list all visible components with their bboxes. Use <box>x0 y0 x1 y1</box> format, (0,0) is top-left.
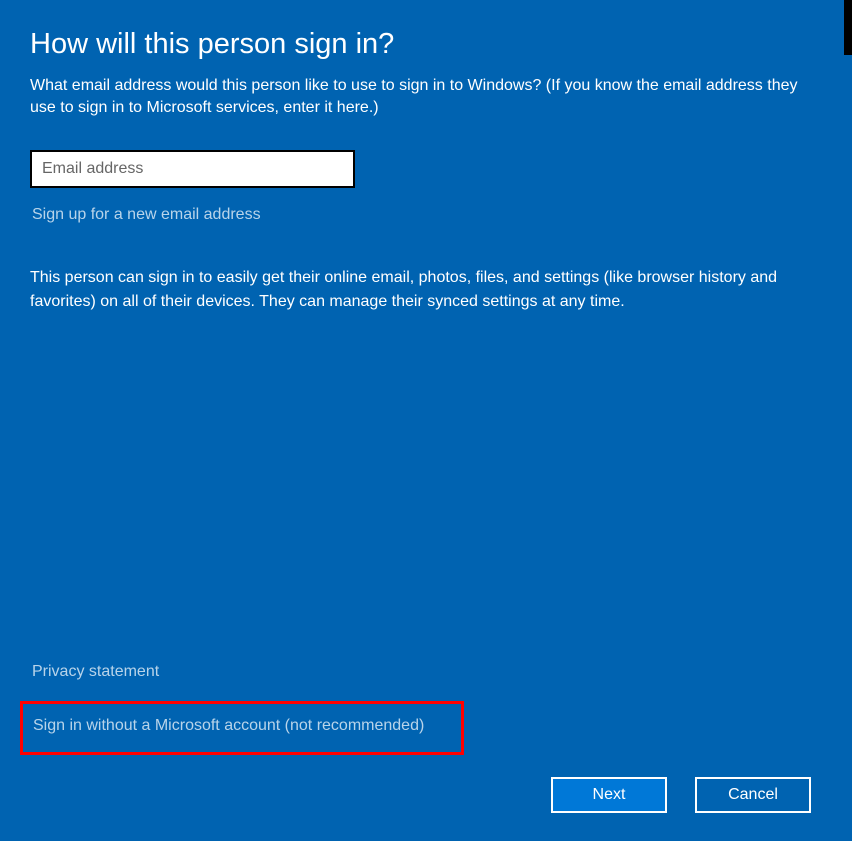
scrollbar-track <box>844 0 852 841</box>
signin-without-account-link[interactable]: Sign in without a Microsoft account (not… <box>31 717 424 735</box>
privacy-link[interactable]: Privacy statement <box>30 663 159 681</box>
email-input[interactable] <box>30 150 355 188</box>
cancel-button[interactable]: Cancel <box>695 777 811 813</box>
highlight-box: Sign in without a Microsoft account (not… <box>20 701 464 755</box>
info-text: This person can sign in to easily get th… <box>30 266 814 314</box>
signin-dialog: How will this person sign in? What email… <box>0 0 844 841</box>
button-row: Next Cancel <box>30 777 814 821</box>
signup-link[interactable]: Sign up for a new email address <box>30 206 261 224</box>
scrollbar-thumb[interactable] <box>844 0 852 55</box>
dialog-title: How will this person sign in? <box>30 28 814 61</box>
spacer <box>30 314 814 663</box>
next-button[interactable]: Next <box>551 777 667 813</box>
dialog-subtitle: What email address would this person lik… <box>30 75 814 120</box>
